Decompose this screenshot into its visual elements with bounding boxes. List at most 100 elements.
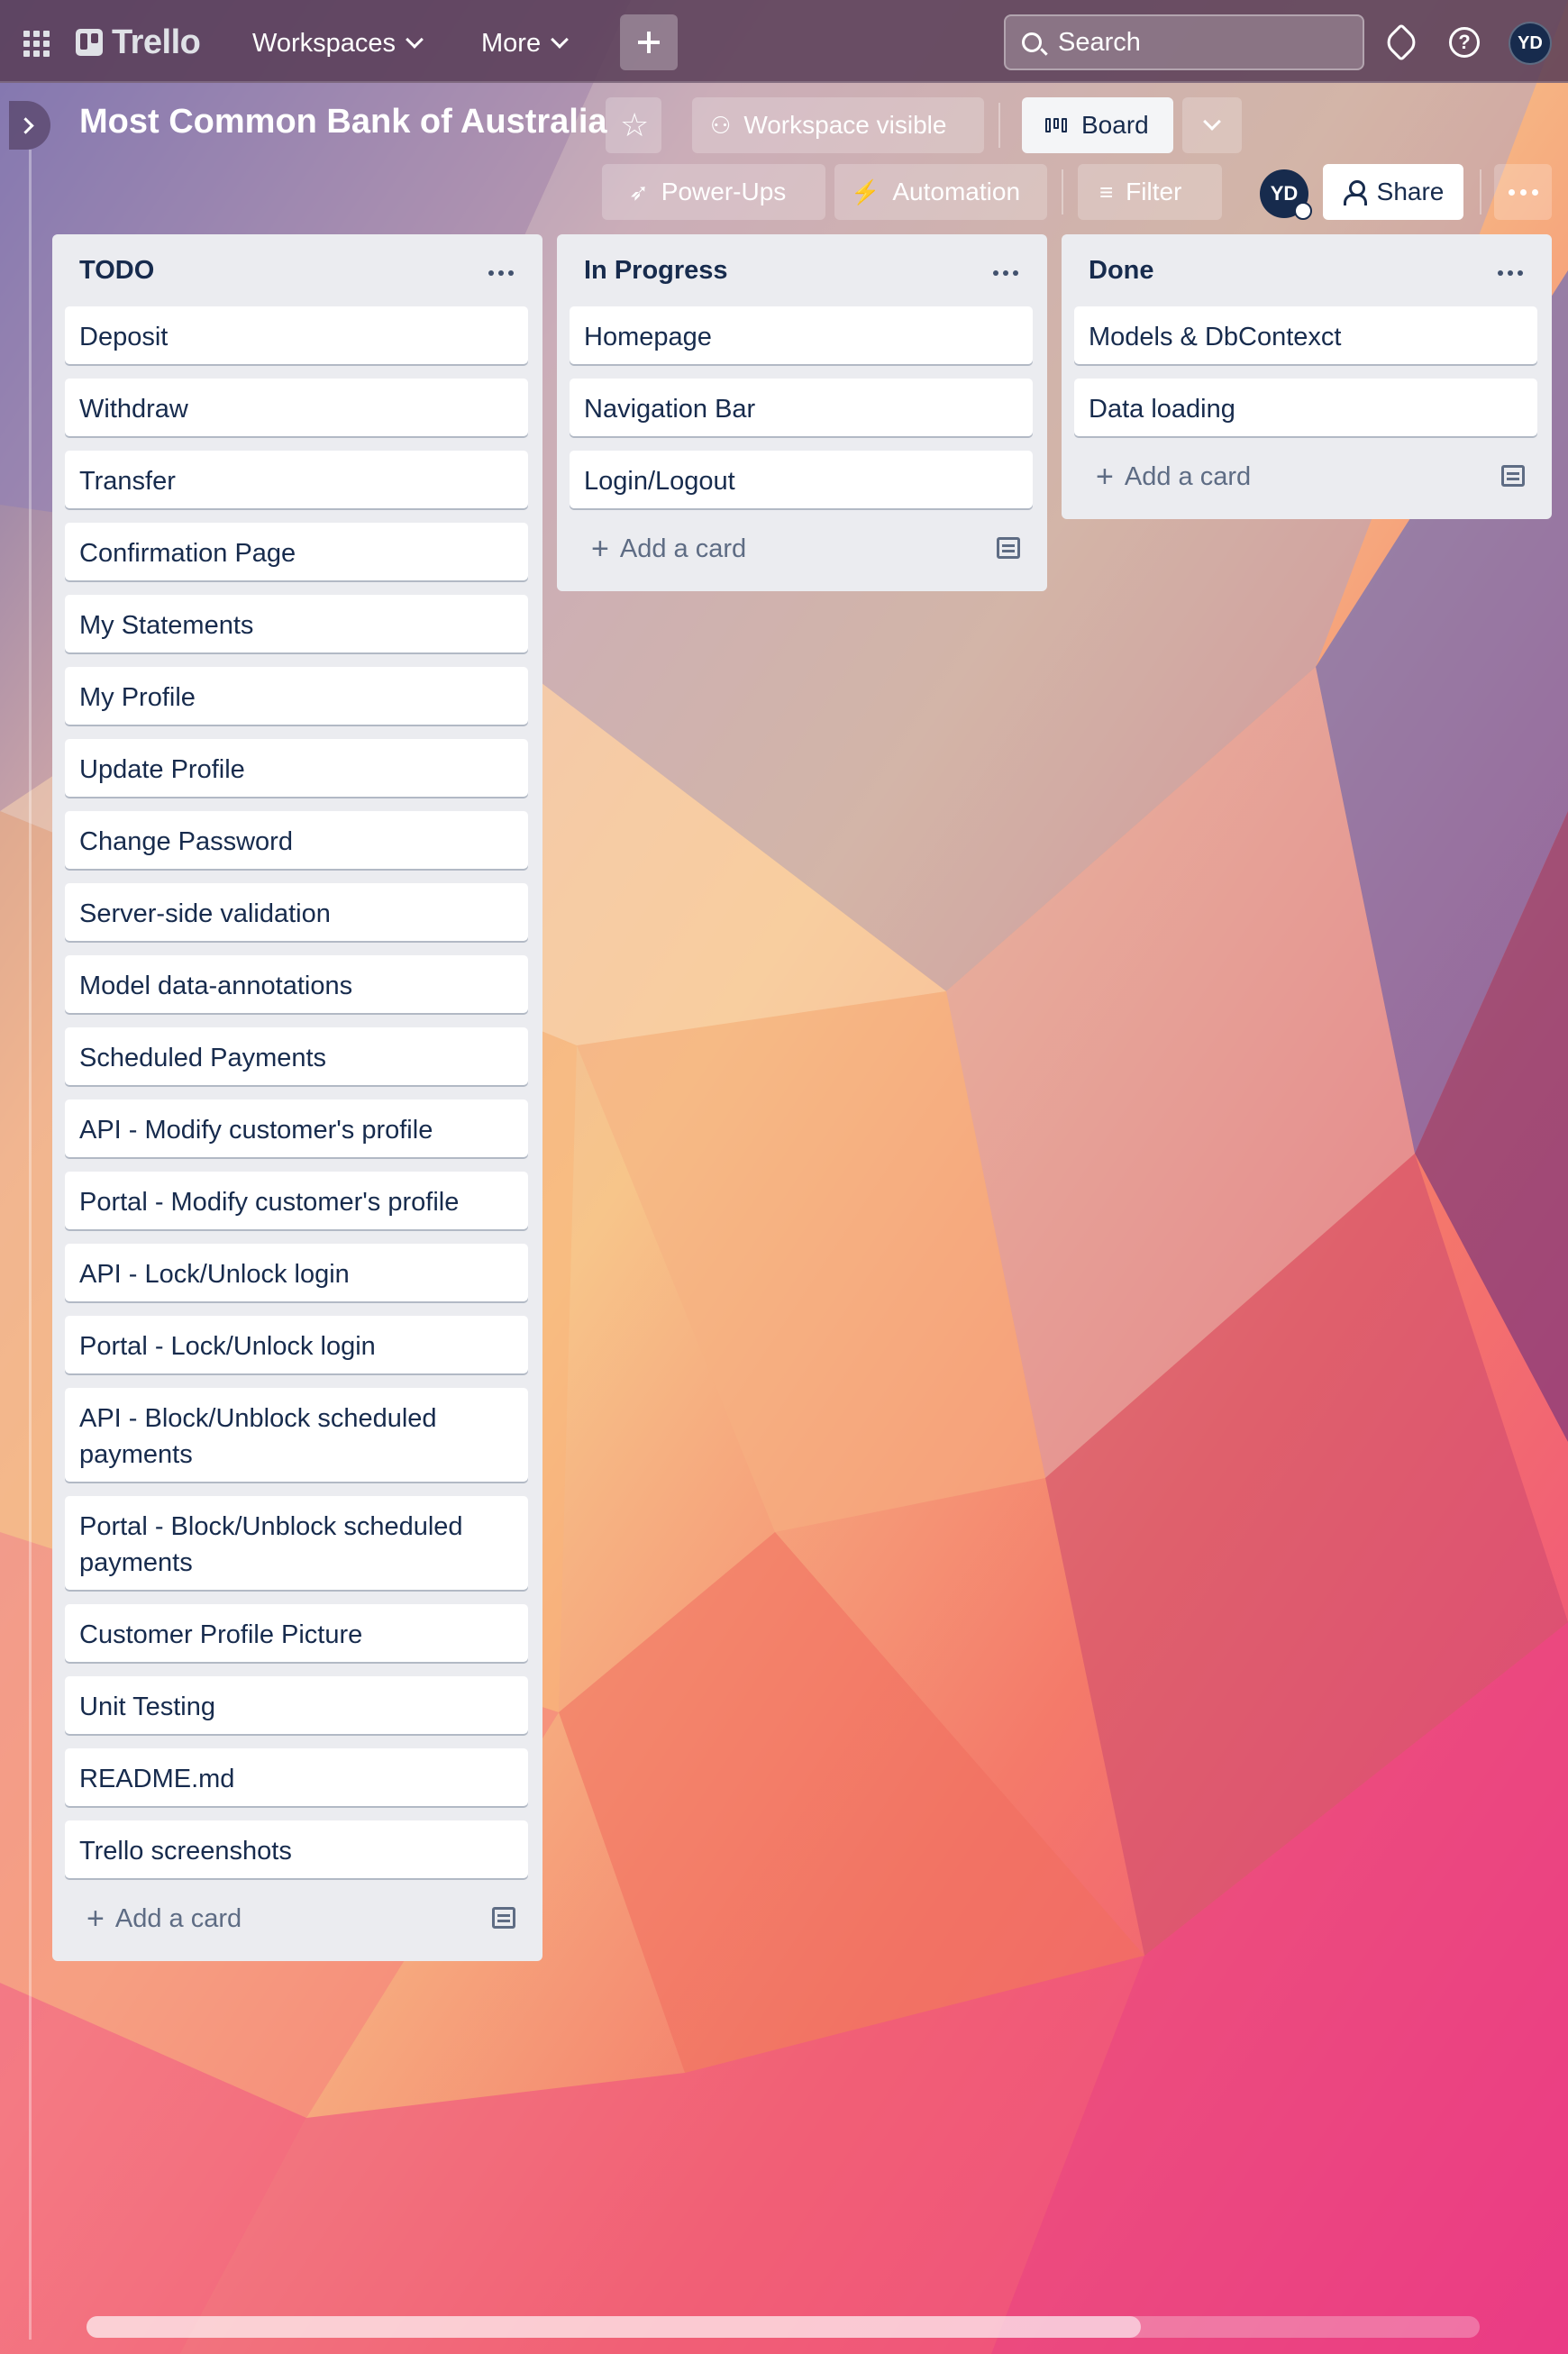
add-card-button[interactable]: + Add a card xyxy=(65,1891,528,1947)
card[interactable]: Portal - Modify customer's profile xyxy=(65,1172,528,1229)
filter-button[interactable]: ≡ Filter xyxy=(1078,164,1222,220)
scrollbar-thumb[interactable] xyxy=(87,2316,1141,2338)
help-icon: ? xyxy=(1449,27,1480,58)
search-placeholder: Search xyxy=(1058,27,1141,57)
chevron-down-icon xyxy=(1203,113,1221,131)
power-ups-button[interactable]: ➶ Power-Ups xyxy=(602,164,825,220)
card[interactable]: Transfer xyxy=(65,451,528,508)
filter-icon: ≡ xyxy=(1099,178,1114,205)
people-icon: ⚇ xyxy=(710,111,732,139)
chevron-down-icon xyxy=(406,31,424,49)
view-switcher-button[interactable] xyxy=(1182,97,1242,153)
add-card-label: Add a card xyxy=(619,534,747,563)
rocket-icon: ➶ xyxy=(629,178,649,205)
list-todo: TODO Deposit Withdraw Transfer Confirmat… xyxy=(52,234,542,1961)
search-input[interactable]: Search xyxy=(1004,14,1364,70)
automation-button[interactable]: ⚡ Automation xyxy=(834,164,1047,220)
board-icon xyxy=(1045,118,1067,132)
card[interactable]: Trello screenshots xyxy=(65,1820,528,1878)
workspaces-label: Workspaces xyxy=(252,28,397,58)
notifications-button[interactable] xyxy=(1381,22,1422,63)
share-button[interactable]: Share xyxy=(1323,164,1463,220)
card[interactable]: Change Password xyxy=(65,811,528,869)
card[interactable]: Login/Logout xyxy=(570,451,1033,508)
search-icon xyxy=(1022,32,1042,52)
list-header[interactable]: Done xyxy=(1062,234,1552,306)
board-menu-button[interactable] xyxy=(1494,164,1552,220)
plus-icon: + xyxy=(1096,459,1114,494)
list-title[interactable]: TODO xyxy=(79,256,154,286)
trello-logo[interactable]: Trello xyxy=(76,23,201,61)
star-board-button[interactable] xyxy=(606,97,661,153)
card-template-icon[interactable] xyxy=(997,537,1020,559)
share-label: Share xyxy=(1376,178,1445,205)
help-button[interactable]: ? xyxy=(1444,22,1485,63)
workspaces-menu[interactable]: Workspaces xyxy=(242,22,432,65)
header-divider xyxy=(998,103,1000,148)
add-card-label: Add a card xyxy=(1124,461,1252,491)
horizontal-scrollbar[interactable] xyxy=(87,2316,1480,2338)
card[interactable]: README.md xyxy=(65,1748,528,1806)
list-title[interactable]: Done xyxy=(1089,256,1154,286)
add-card-label: Add a card xyxy=(114,1903,242,1933)
visibility-button[interactable]: ⚇ Workspace visible xyxy=(692,97,984,153)
card[interactable]: Models & DbContexct xyxy=(1074,306,1537,364)
plus-icon: + xyxy=(591,531,609,566)
card[interactable]: Portal - Lock/Unlock login xyxy=(65,1316,528,1373)
card[interactable]: Confirmation Page xyxy=(65,523,528,580)
card-template-icon[interactable] xyxy=(492,1907,515,1929)
card[interactable]: Update Profile xyxy=(65,739,528,797)
card[interactable]: Model data-annotations xyxy=(65,955,528,1013)
create-button[interactable] xyxy=(620,14,678,70)
card[interactable]: Homepage xyxy=(570,306,1033,364)
card[interactable]: Scheduled Payments xyxy=(65,1027,528,1085)
list-done: Done Models & DbContexct Data loading + … xyxy=(1062,234,1552,519)
add-card-button[interactable]: + Add a card xyxy=(570,521,1033,577)
add-card-button[interactable]: + Add a card xyxy=(1074,449,1537,505)
list-title[interactable]: In Progress xyxy=(584,256,728,286)
card[interactable]: API - Modify customer's profile xyxy=(65,1099,528,1157)
plus-icon: + xyxy=(87,1901,105,1936)
more-icon xyxy=(1498,270,1503,276)
top-navigation-bar: Trello Workspaces More Search ? YD xyxy=(0,0,1568,83)
chevron-down-icon xyxy=(551,31,569,49)
power-ups-label: Power-Ups xyxy=(661,178,787,205)
list-menu-button[interactable] xyxy=(988,260,1024,287)
card[interactable]: Data loading xyxy=(1074,379,1537,436)
card[interactable]: Customer Profile Picture xyxy=(65,1604,528,1662)
card[interactable]: My Statements xyxy=(65,595,528,652)
list-header[interactable]: In Progress xyxy=(557,234,1047,306)
sidebar-edge xyxy=(29,150,32,2340)
add-person-icon xyxy=(1343,180,1368,205)
bell-icon xyxy=(1381,23,1421,62)
admin-badge-icon xyxy=(1294,202,1312,220)
header-divider xyxy=(1480,169,1481,214)
board-title[interactable]: Most Common Bank of Australia xyxy=(79,103,607,141)
card[interactable]: Navigation Bar xyxy=(570,379,1033,436)
card[interactable]: Unit Testing xyxy=(65,1676,528,1734)
member-initials: YD xyxy=(1270,182,1299,205)
card[interactable]: Withdraw xyxy=(65,379,528,436)
account-avatar[interactable]: YD xyxy=(1509,22,1552,65)
automation-label: Automation xyxy=(892,178,1021,205)
more-menu[interactable]: More xyxy=(470,22,577,65)
card[interactable]: API - Block/Unblock scheduled payments xyxy=(65,1388,528,1482)
board-member-avatar[interactable]: YD xyxy=(1260,169,1312,220)
list-in-progress: In Progress Homepage Navigation Bar Logi… xyxy=(557,234,1047,591)
card[interactable]: API - Lock/Unlock login xyxy=(65,1244,528,1301)
card[interactable]: Portal - Block/Unblock scheduled payment… xyxy=(65,1496,528,1590)
star-icon xyxy=(620,106,649,144)
board-view-label: Board xyxy=(1081,111,1149,139)
card[interactable]: Server-side validation xyxy=(65,883,528,941)
board-view-button[interactable]: Board xyxy=(1022,97,1173,153)
card[interactable]: My Profile xyxy=(65,667,528,725)
list-menu-button[interactable] xyxy=(483,260,519,287)
card[interactable]: Deposit xyxy=(65,306,528,364)
list-header[interactable]: TODO xyxy=(52,234,542,306)
header-divider xyxy=(1062,169,1063,214)
grid-icon[interactable] xyxy=(23,31,50,58)
card-template-icon[interactable] xyxy=(1501,465,1525,487)
trello-logo-icon xyxy=(76,29,103,56)
filter-label: Filter xyxy=(1126,178,1182,205)
list-menu-button[interactable] xyxy=(1492,260,1528,287)
